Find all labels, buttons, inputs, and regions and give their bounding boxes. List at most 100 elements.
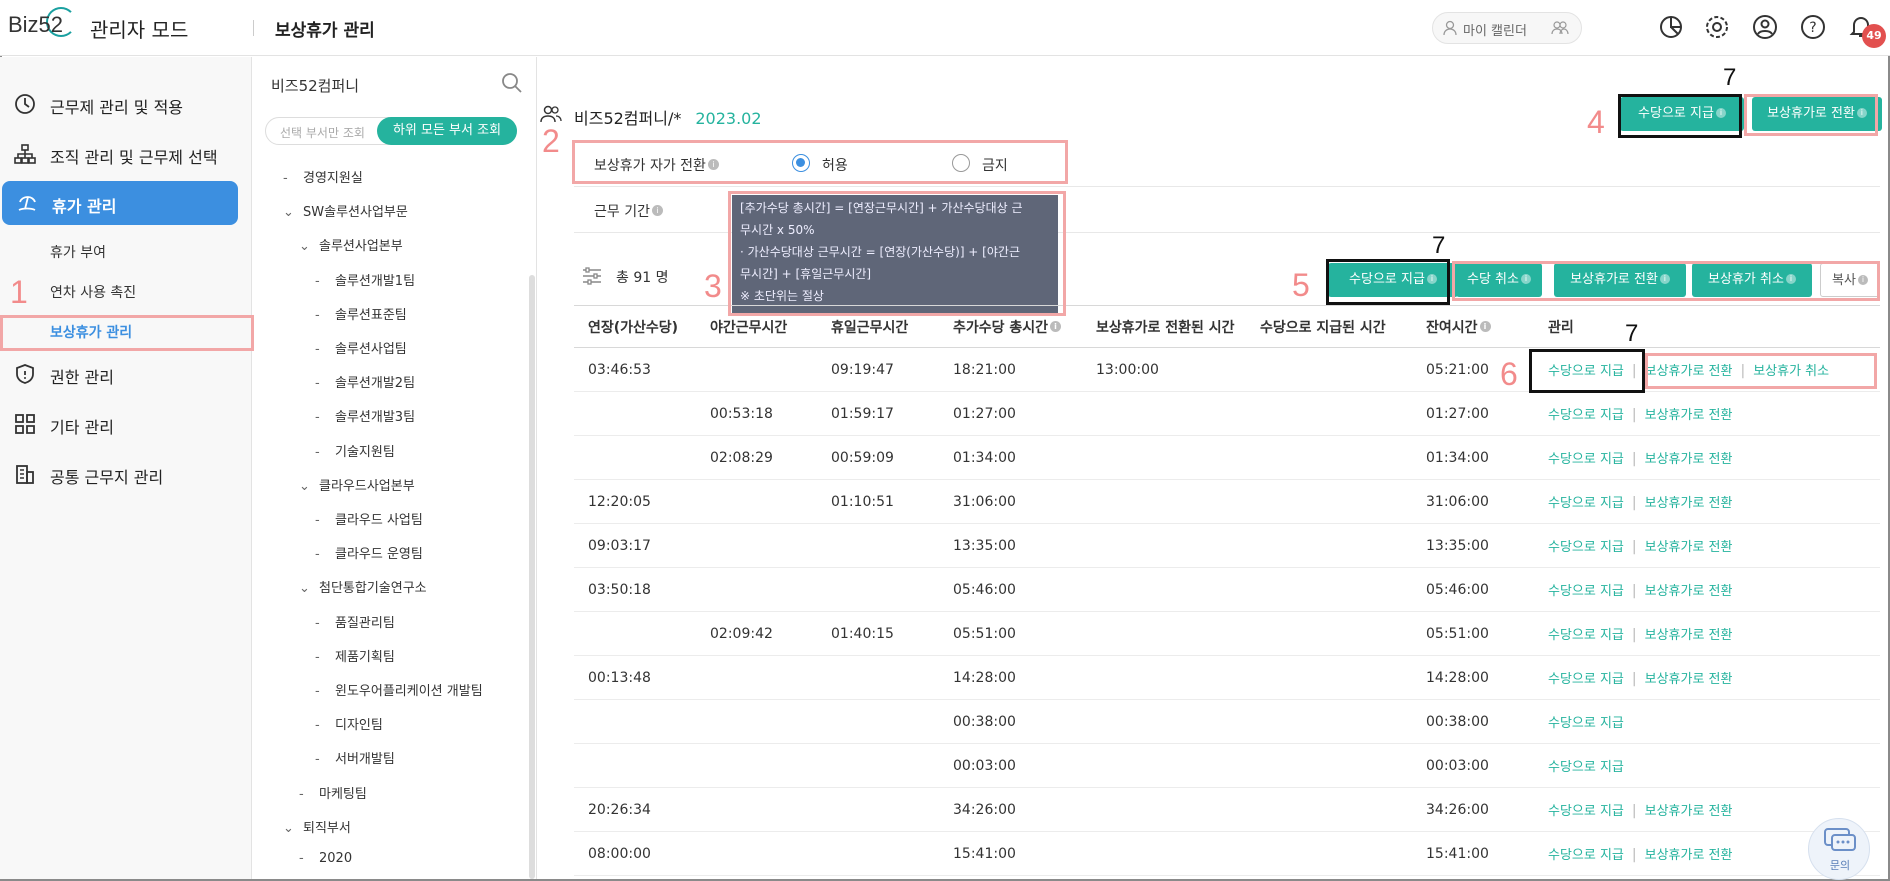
col-converted-leave[interactable]: 보상휴가로 전환된 시간 — [1082, 305, 1246, 348]
nav-label: 근무제 관리 및 적용 — [50, 98, 184, 117]
tree-node[interactable]: - 경영지원실 — [283, 167, 363, 186]
row-action-link[interactable]: 보상휴가로 전환 — [1645, 584, 1733, 599]
sub-annual-leave-promotion[interactable]: 연차 사용 촉진 — [50, 282, 136, 302]
nav-permission-management[interactable]: 권한 관리 — [0, 354, 252, 394]
tree-node-label: 클라우드 사업팀 — [335, 513, 423, 528]
vacation-icon — [18, 196, 36, 211]
org-path-line: 비즈52컴퍼니/* 2023.02 — [540, 105, 762, 129]
dash-icon: - — [299, 786, 304, 802]
row-action-link[interactable]: 보상휴가로 전환 — [1645, 848, 1733, 863]
tree-node[interactable]: - 솔루션개발2팀 — [315, 372, 415, 391]
row-action-link[interactable]: 수당으로 지급 — [1548, 584, 1624, 599]
nav-work-system[interactable]: 근무제 관리 및 적용 — [0, 84, 252, 124]
filter-settings-icon[interactable] — [582, 267, 602, 285]
pie-chart-icon[interactable] — [1658, 14, 1684, 40]
row-action-link[interactable]: 수당으로 지급 — [1548, 496, 1624, 511]
tree-node[interactable]: -2020 — [299, 851, 352, 866]
row-action-link[interactable]: 수당으로 지급 — [1548, 716, 1624, 731]
table-row: 12:20:05 01:10:51 31:06:00 31:06:00 수당으로 지급 |… — [574, 479, 1880, 524]
nav-etc-management[interactable]: 기타 관리 — [0, 404, 252, 444]
gear-icon[interactable] — [1704, 14, 1730, 40]
grid-icon — [15, 414, 35, 434]
tree-node[interactable]: - 윈도우어플리케이션 개발팀 — [315, 680, 483, 699]
tree-node[interactable]: ⌄ 솔루션사업본부 — [299, 235, 403, 254]
tree-node[interactable]: - 기술지원팀 — [315, 441, 395, 460]
table-cell: 05:46:00 — [1412, 567, 1534, 612]
tree-node[interactable]: - 품질관리팀 — [315, 612, 395, 631]
tree-node[interactable]: - 제품기획팀 — [315, 646, 395, 665]
tree-node[interactable]: - 마케팅팀 — [299, 783, 367, 802]
row-action-link[interactable]: 보상휴가로 전환 — [1645, 628, 1733, 643]
tree-node[interactable]: - 클라우드 사업팀 — [315, 509, 423, 528]
tree-node-label: 솔루션개발3팀 — [335, 410, 416, 426]
nav-org-management[interactable]: 조직 관리 및 근무제 선택 — [0, 134, 252, 174]
inquiry-label: 문의 — [1829, 859, 1851, 872]
tree-node[interactable]: ⌄ SW솔루션사업부문 — [283, 201, 408, 220]
info-icon: i — [651, 205, 663, 216]
table-cell: 02:09:42 — [696, 611, 817, 656]
tree-node[interactable]: - 솔루션표준팀 — [315, 304, 407, 323]
period-date[interactable]: 2023.02 — [695, 109, 761, 128]
nav-vacation-management[interactable]: 휴가 관리 — [2, 181, 238, 225]
row-action-link[interactable]: 수당으로 지급 — [1548, 452, 1624, 467]
nav-label: 휴가 관리 — [52, 197, 117, 216]
table-cell — [1246, 611, 1412, 656]
row-action-link[interactable]: 수당으로 지급 — [1548, 540, 1624, 555]
row-action-link[interactable]: 수당으로 지급 — [1548, 760, 1624, 775]
chevron-down-icon[interactable]: ⌄ — [283, 205, 297, 220]
row-action-link[interactable]: 보상휴가로 전환 — [1645, 452, 1733, 467]
my-calendar-button[interactable]: 마이 캘린더 — [1432, 12, 1582, 44]
info-icon: i — [1050, 320, 1062, 332]
row-action-link[interactable]: 보상휴가로 전환 — [1645, 540, 1733, 555]
tree-node[interactable]: ⌄ 첨단통합기술연구소 — [299, 577, 427, 596]
annotation-box-3 — [728, 191, 1066, 316]
col-overtime[interactable]: 연장(가산수당) — [574, 305, 696, 348]
row-action-link[interactable]: 수당으로 지급 — [1548, 848, 1624, 863]
tree-node[interactable]: - 디자인팀 — [315, 714, 383, 733]
table-cell — [1082, 611, 1246, 656]
row-action-link[interactable]: 수당으로 지급 — [1548, 804, 1624, 819]
row-action-link[interactable]: 보상휴가로 전환 — [1645, 496, 1733, 511]
tree-node[interactable]: - 솔루션개발1팀 — [315, 270, 415, 289]
nav-common-workplace[interactable]: 공통 근무지 관리 — [0, 454, 252, 494]
sub-vacation-grant[interactable]: 휴가 부여 — [50, 242, 106, 262]
tree-node-label: 마케팅팀 — [319, 786, 367, 802]
table-cell — [1082, 831, 1246, 876]
chevron-down-icon[interactable]: ⌄ — [299, 239, 313, 254]
search-icon[interactable] — [501, 72, 523, 94]
col-remaining[interactable]: 잔여시간 i — [1412, 305, 1534, 348]
tree-node[interactable]: - 솔루션사업팀 — [315, 338, 407, 357]
toggle-selected-only[interactable]: 선택 부서만 조회 — [280, 124, 365, 141]
dept-scope-toggle[interactable]: 선택 부서만 조회 하위 모든 부서 조회 — [265, 117, 517, 145]
toggle-all-children[interactable]: 하위 모든 부서 조회 — [377, 117, 517, 145]
row-action-link[interactable]: 수당으로 지급 — [1548, 408, 1624, 423]
chevron-down-icon[interactable]: ⌄ — [299, 581, 313, 596]
row-action-link[interactable]: 보상휴가로 전환 — [1645, 672, 1733, 687]
col-paid-allowance[interactable]: 수당으로 지급된 시간 — [1246, 305, 1412, 348]
user-profile-icon[interactable] — [1752, 14, 1778, 40]
manage-cell: 수당으로 지급 | 보상휴가로 전환 — [1534, 655, 1880, 700]
chevron-down-icon[interactable]: ⌄ — [283, 821, 297, 836]
row-action-link[interactable]: 수당으로 지급 — [1548, 672, 1624, 687]
tree-node[interactable]: ⌄ 클라우드사업본부 — [299, 475, 415, 494]
table-cell — [1246, 699, 1412, 744]
tree-scrollbar[interactable] — [529, 275, 535, 879]
table-cell — [1082, 479, 1246, 524]
help-icon[interactable]: ? — [1800, 14, 1826, 40]
tree-company-name[interactable]: 비즈52컴퍼니 — [271, 75, 359, 96]
notification-badge: 49 — [1862, 24, 1886, 48]
tree-node[interactable]: - 클라우드 운영팀 — [315, 543, 423, 562]
table-cell — [1246, 655, 1412, 700]
table-cell — [574, 435, 696, 480]
row-action-link[interactable]: 보상휴가로 전환 — [1645, 804, 1733, 819]
admin-mode-title: 관리자 모드 — [90, 18, 189, 42]
row-action-link[interactable]: 수당으로 지급 — [1548, 628, 1624, 643]
tree-node[interactable]: - 서버개발팀 — [315, 748, 395, 767]
inquiry-chat-button[interactable]: 문의 — [1808, 818, 1870, 880]
logo[interactable]: Biz52 — [8, 12, 63, 38]
tree-node[interactable]: ⌄ 퇴직부서 — [283, 817, 351, 836]
row-action-link[interactable]: 보상휴가로 전환 — [1645, 408, 1733, 423]
chevron-down-icon[interactable]: ⌄ — [299, 479, 313, 494]
tree-node[interactable]: - 솔루션개발3팀 — [315, 406, 415, 425]
table-cell: 14:28:00 — [1412, 655, 1534, 700]
